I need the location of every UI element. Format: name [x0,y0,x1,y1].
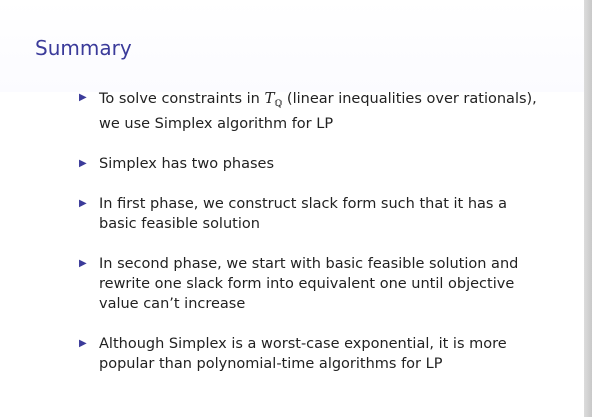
bullet-text: In second phase, we start with basic fea… [99,256,519,312]
triangle-right-icon: ▶ [79,198,87,209]
bullet-text: Although Simplex is a worst-case exponen… [99,336,507,372]
list-item: ▶ Simplex has two phases [79,154,549,174]
bullet-text: Simplex has two phases [99,156,275,172]
list-item: ▶ To solve constraints in Tℚ (linear ine… [79,88,549,134]
triangle-right-icon: ▶ [79,158,87,169]
triangle-right-icon: ▶ [79,338,87,349]
list-item: ▶ In first phase, we construct slack for… [79,194,549,234]
list-item: ▶ In second phase, we start with basic f… [79,254,549,314]
page-title: Summary [35,36,132,60]
bullet-text: In first phase, we construct slack form … [99,196,507,232]
list-item: ▶ Although Simplex is a worst-case expon… [79,334,549,374]
slide-header: Summary [0,0,584,92]
bullet-text-prefix: To solve constraints in [99,91,265,107]
presentation-slide: Summary ▶ To solve constraints in Tℚ (li… [0,0,584,417]
math-symbol: T [264,89,275,107]
bullet-list: ▶ To solve constraints in Tℚ (linear ine… [79,88,549,394]
triangle-right-icon: ▶ [79,258,87,269]
window-edge [584,0,592,417]
triangle-right-icon: ▶ [79,92,87,103]
